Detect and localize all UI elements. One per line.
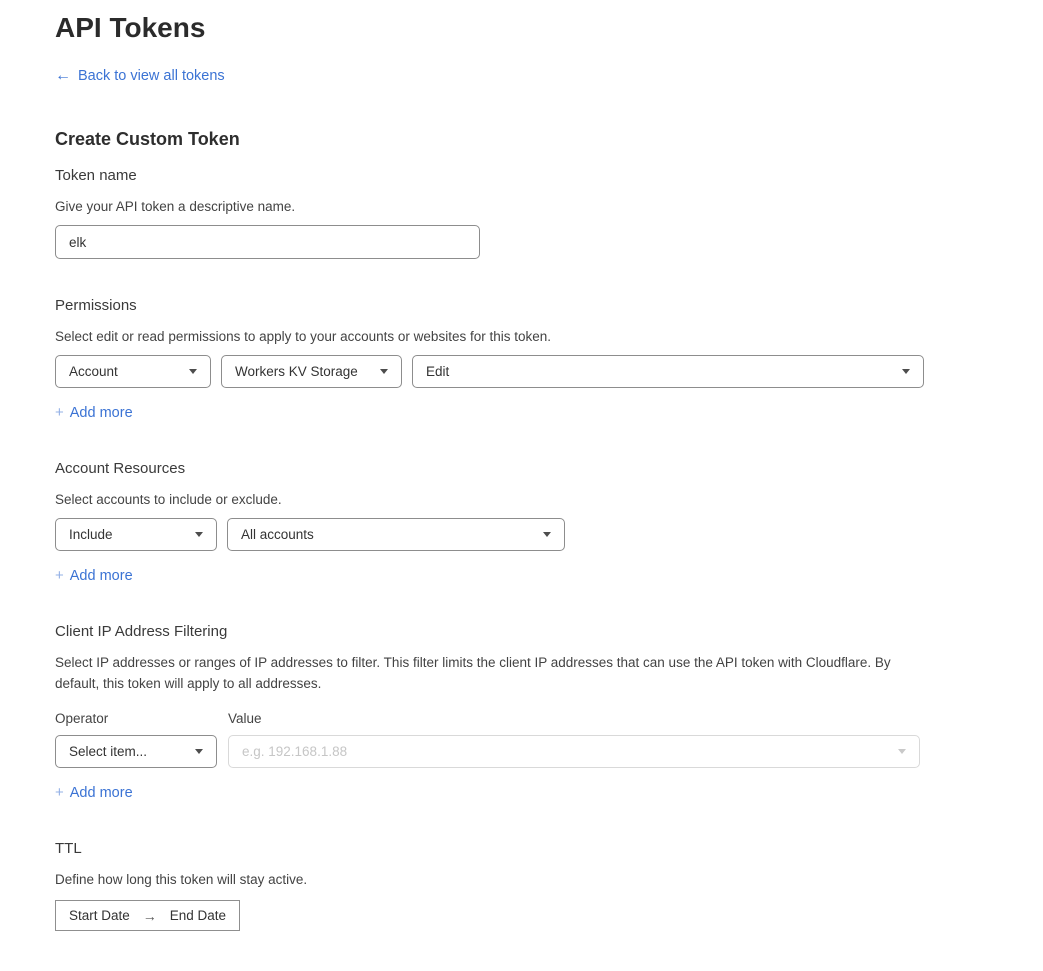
value-column: Value e.g. 192.168.1.88 <box>228 710 920 768</box>
token-name-description: Give your API token a descriptive name. <box>55 196 923 217</box>
chevron-down-icon <box>543 532 551 537</box>
plus-icon: + <box>55 404 64 422</box>
chevron-down-icon <box>902 369 910 374</box>
operator-value: Select item... <box>69 744 147 759</box>
ip-filtering-description: Select IP addresses or ranges of IP addr… <box>55 652 923 694</box>
operator-column: Operator Select item... <box>55 710 217 768</box>
ip-filtering-add-more-button[interactable]: + Add more <box>55 784 133 802</box>
page-title: API Tokens <box>55 8 988 46</box>
token-name-input[interactable] <box>55 225 480 259</box>
resource-mode-select[interactable]: Include <box>55 518 217 551</box>
permissions-label: Permissions <box>55 297 988 315</box>
api-tokens-page: API Tokens ← Back to view all tokens Cre… <box>0 0 1043 971</box>
start-date-label: Start Date <box>69 908 130 923</box>
add-more-label: Add more <box>70 404 133 422</box>
chevron-down-icon <box>898 749 906 754</box>
resource-mode-value: Include <box>69 527 113 542</box>
chevron-down-icon <box>195 749 203 754</box>
ip-filtering-section: Client IP Address Filtering Select IP ad… <box>55 623 988 802</box>
resource-accounts-select[interactable]: All accounts <box>227 518 565 551</box>
permissions-section: Permissions Select edit or read permissi… <box>55 297 988 422</box>
value-placeholder: e.g. 192.168.1.88 <box>242 744 347 759</box>
value-input[interactable]: e.g. 192.168.1.88 <box>228 735 920 768</box>
operator-select[interactable]: Select item... <box>55 735 217 768</box>
operator-label: Operator <box>55 710 217 727</box>
back-link[interactable]: ← Back to view all tokens <box>55 67 225 85</box>
ttl-date-range-picker[interactable]: Start Date → End Date <box>55 900 240 931</box>
account-resources-add-more-button[interactable]: + Add more <box>55 567 133 585</box>
permission-access-select[interactable]: Edit <box>412 355 924 388</box>
account-resources-section: Account Resources Select accounts to inc… <box>55 460 988 585</box>
plus-icon: + <box>55 567 64 585</box>
ttl-section: TTL Define how long this token will stay… <box>55 840 988 931</box>
chevron-down-icon <box>380 369 388 374</box>
back-link-label: Back to view all tokens <box>78 67 225 85</box>
account-resources-label: Account Resources <box>55 460 988 478</box>
resource-accounts-value: All accounts <box>241 527 314 542</box>
ttl-description: Define how long this token will stay act… <box>55 869 923 890</box>
chevron-down-icon <box>189 369 197 374</box>
arrow-right-icon: → <box>143 908 157 924</box>
ip-filtering-label: Client IP Address Filtering <box>55 623 988 641</box>
plus-icon: + <box>55 784 64 802</box>
form-heading: Create Custom Token <box>55 128 988 150</box>
permission-scope-select[interactable]: Account <box>55 355 211 388</box>
account-resources-controls-row: Include All accounts <box>55 518 988 551</box>
permissions-description: Select edit or read permissions to apply… <box>55 326 923 347</box>
permission-category-select[interactable]: Workers KV Storage <box>221 355 402 388</box>
value-label: Value <box>228 710 920 727</box>
add-more-label: Add more <box>70 784 133 802</box>
add-more-label: Add more <box>70 567 133 585</box>
chevron-down-icon <box>195 532 203 537</box>
permission-category-value: Workers KV Storage <box>235 364 358 379</box>
account-resources-description: Select accounts to include or exclude. <box>55 489 923 510</box>
end-date-label: End Date <box>170 908 226 923</box>
permission-scope-value: Account <box>69 364 118 379</box>
ttl-label: TTL <box>55 840 988 858</box>
back-arrow-icon: ← <box>55 68 71 84</box>
ip-filtering-controls-row: Operator Select item... Value e.g. 192.1… <box>55 710 988 768</box>
token-name-section: Token name Give your API token a descrip… <box>55 167 988 259</box>
token-name-label: Token name <box>55 167 988 185</box>
permission-access-value: Edit <box>426 364 449 379</box>
permissions-controls-row: Account Workers KV Storage Edit <box>55 355 988 388</box>
permissions-add-more-button[interactable]: + Add more <box>55 404 133 422</box>
